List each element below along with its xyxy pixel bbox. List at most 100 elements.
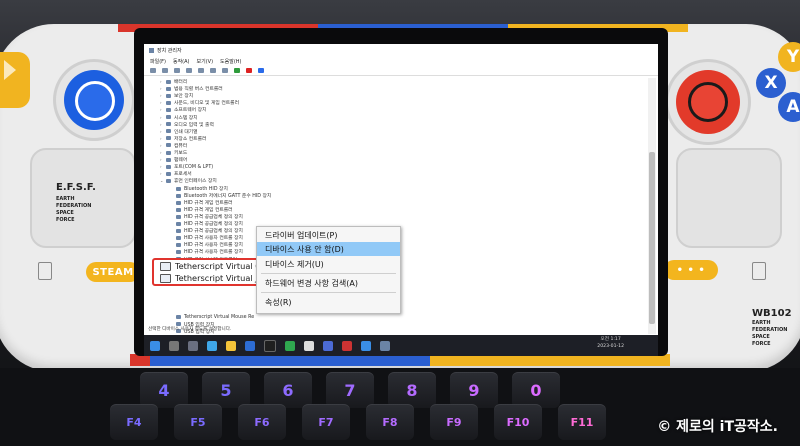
menu-file[interactable]: 파일(F) (150, 58, 166, 65)
start-icon[interactable] (150, 340, 160, 351)
menu-view[interactable]: 보기(V) (197, 58, 214, 65)
menu-update-driver[interactable]: 드라이버 업데이트(P) (257, 228, 400, 242)
expand-icon[interactable]: › (160, 129, 164, 134)
key[interactable]: 0 (512, 372, 560, 408)
app-tray-icon-2[interactable] (342, 340, 352, 351)
expand-icon[interactable]: › (160, 115, 164, 120)
quick-access-button[interactable]: • • • (664, 260, 718, 280)
tree-item[interactable]: › 보안 장치 (160, 92, 193, 99)
tree-item[interactable]: › 저장소 컨트롤러 (160, 135, 206, 142)
menu-uninstall-device[interactable]: 디바이스 제거(U) (257, 257, 400, 271)
app-tray-icon-3[interactable] (361, 340, 371, 351)
expand-icon[interactable]: › (160, 93, 164, 98)
expand-icon[interactable]: › (160, 122, 164, 127)
steam-button[interactable]: STEAM (86, 262, 140, 282)
tree-item[interactable]: HID 규격 게임 컨트롤러 (170, 206, 233, 213)
expand-icon[interactable]: › (160, 136, 164, 141)
key[interactable]: F6 (238, 404, 286, 440)
right-trackpad[interactable] (676, 148, 782, 248)
expand-icon[interactable]: › (160, 171, 164, 176)
expand-icon[interactable]: ⌄ (160, 178, 164, 183)
face-button-x[interactable]: X (756, 68, 786, 98)
tree-item[interactable]: › 배터리 (160, 78, 187, 85)
expand-icon[interactable]: › (160, 100, 164, 105)
key[interactable]: 9 (450, 372, 498, 408)
expand-icon[interactable]: › (160, 107, 164, 112)
expand-icon[interactable]: › (160, 79, 164, 84)
tree-item[interactable]: › 펌웨어 (160, 156, 187, 163)
tree-item[interactable]: HID 규격 사용자 컨트롤 장치 (170, 234, 243, 241)
key[interactable]: F11 (558, 404, 606, 440)
update-driver-icon[interactable] (210, 68, 216, 73)
key[interactable]: F8 (366, 404, 414, 440)
task-view-icon[interactable] (188, 340, 198, 351)
face-button-a[interactable]: A (778, 92, 800, 122)
key[interactable]: 8 (388, 372, 436, 408)
key[interactable]: 5 (202, 372, 250, 408)
key[interactable]: 6 (264, 372, 312, 408)
tree-item[interactable]: Bluetooth HID 장치 (170, 185, 228, 192)
options-button[interactable] (752, 262, 766, 280)
tree-item[interactable]: HID 규격 게임 컨트롤러 (170, 199, 233, 206)
tree-item[interactable]: HID 규격 사용자 컨트롤 장치 (170, 248, 243, 255)
tree-item[interactable]: › 포트(COM & LPT) (160, 163, 213, 170)
clock-date: 2023-01-12 (597, 344, 624, 349)
view-button[interactable] (38, 262, 52, 280)
tree-item[interactable]: › 시스템 장치 (160, 114, 198, 121)
tree-item[interactable]: › 키보드 (160, 149, 187, 156)
forward-icon[interactable] (162, 68, 168, 73)
taskbar-clock[interactable]: 오전 1:17 2023-01-12 (597, 336, 624, 350)
tree-item[interactable]: HID 규격 사용자 컨트롤 장치 (170, 241, 243, 248)
expand-icon[interactable]: › (160, 143, 164, 148)
terminal-icon[interactable] (264, 339, 276, 352)
tree-item[interactable]: › 프로세서 (160, 170, 192, 177)
device-manager-taskbar-icon[interactable] (380, 340, 390, 351)
key[interactable]: F7 (302, 404, 350, 440)
properties-icon[interactable] (174, 68, 180, 73)
back-icon[interactable] (150, 68, 156, 73)
tree-item[interactable]: HID 규격 공급업체 정의 장치 (170, 220, 243, 227)
settings-icon[interactable] (304, 340, 314, 351)
tree-item[interactable]: › 컴퓨터 (160, 142, 187, 149)
uninstall-icon[interactable] (246, 68, 252, 73)
monitor-icon[interactable] (222, 68, 228, 73)
expand-icon[interactable]: › (160, 86, 164, 91)
menu-help[interactable]: 도움말(H) (220, 58, 241, 65)
tree-item[interactable]: › 사운드, 비디오 및 게임 컨트롤러 (160, 99, 239, 106)
scrollbar-thumb[interactable] (649, 152, 655, 324)
tree-item[interactable]: HID 규격 공급업체 정의 장치 (170, 213, 243, 220)
face-button-y[interactable]: Y (778, 42, 800, 72)
key[interactable]: F5 (174, 404, 222, 440)
tree-item[interactable]: › 오디오 입력 및 출력 (160, 121, 214, 128)
app-tray-icon-1[interactable] (323, 340, 333, 351)
enable-icon[interactable] (234, 68, 240, 73)
menu-disable-device[interactable]: 디바이스 사용 안 함(D) (257, 242, 400, 256)
expand-icon[interactable]: › (160, 164, 164, 169)
tree-item[interactable]: › 범용 직렬 버스 컨트롤러 (160, 85, 223, 92)
expand-icon[interactable]: › (160, 150, 164, 155)
device-icon (176, 186, 181, 191)
key[interactable]: 4 (140, 372, 188, 408)
store-icon[interactable] (245, 340, 255, 351)
tree-item[interactable]: ⌄ 휴먼 인터페이스 장치 (160, 177, 217, 184)
scan-icon[interactable] (198, 68, 204, 73)
explorer-icon[interactable] (226, 340, 236, 351)
tree-item[interactable]: › 소프트웨어 장치 (160, 106, 206, 113)
tree-item[interactable]: Bluetooth 저에너지 GATT 준수 HID 장치 (170, 192, 271, 199)
menu-properties[interactable]: 속성(R) (257, 295, 400, 309)
help-icon[interactable] (186, 68, 192, 73)
xbox-icon[interactable] (285, 340, 295, 351)
key[interactable]: F4 (110, 404, 158, 440)
expand-icon[interactable]: › (160, 157, 164, 162)
key[interactable]: 7 (326, 372, 374, 408)
key[interactable]: F10 (494, 404, 542, 440)
menu-scan-hardware[interactable]: 하드웨어 변경 사항 검색(A) (257, 276, 400, 290)
tree-item[interactable]: › 인쇄 대기열 (160, 128, 198, 135)
download-icon[interactable] (258, 68, 264, 73)
tree-item[interactable]: Tetherscript Virtual Mouse Re (170, 314, 254, 321)
key[interactable]: F9 (430, 404, 478, 440)
menu-action[interactable]: 동작(A) (173, 58, 190, 65)
edge-icon[interactable] (207, 340, 217, 351)
search-icon[interactable] (169, 340, 179, 351)
tree-item[interactable]: HID 규격 공급업체 정의 장치 (170, 227, 243, 234)
